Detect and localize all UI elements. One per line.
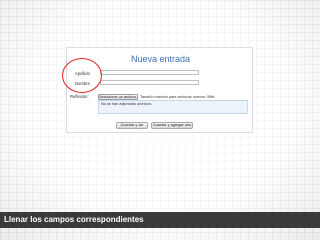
apellido-input[interactable] — [100, 70, 199, 75]
size-hint: Tamaño máximo para archivos nuevos: 5Mb — [140, 95, 215, 99]
attachments-box: No se han adjuntado archivos — [98, 100, 248, 114]
caption-text: Llenar los campos correspondientes — [4, 215, 144, 224]
save-and-add-button[interactable]: Guardar y agregar otro — [151, 122, 193, 129]
reflexion-label: Reflexión: — [70, 94, 89, 99]
nombre-input[interactable] — [100, 80, 199, 85]
save-and-view-button[interactable]: Guardar y ver — [116, 122, 148, 129]
highlight-circle — [62, 58, 102, 93]
caption-bar: Llenar los campos correspondientes — [0, 212, 320, 228]
attachments-empty-text: No se han adjuntado archivos — [101, 102, 152, 106]
embedded-form-screenshot: Nueva entrada Apellido Nombre Reflexión:… — [66, 47, 253, 133]
